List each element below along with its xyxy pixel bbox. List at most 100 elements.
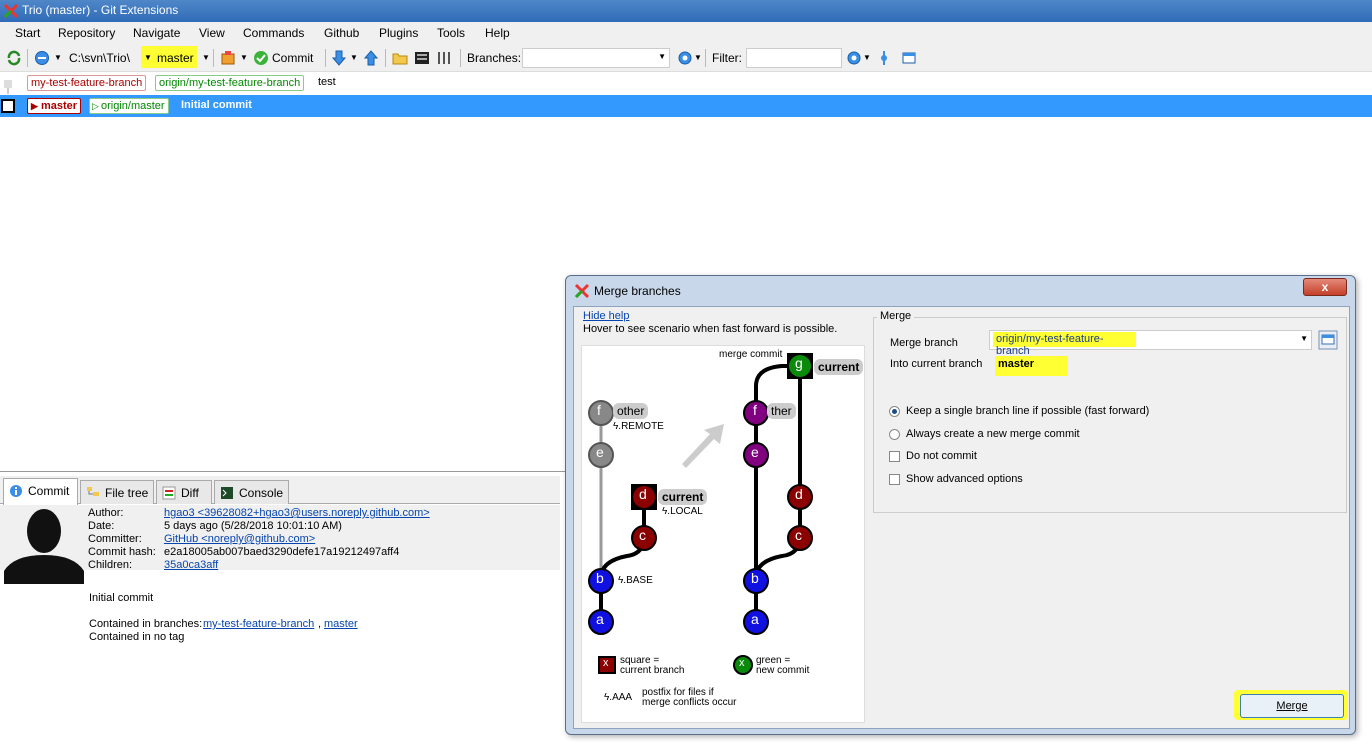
settings-tools-icon[interactable] (436, 50, 452, 66)
advanced-options-label[interactable]: Show advanced options (906, 473, 1023, 485)
tab-commit[interactable]: Commit (3, 478, 78, 505)
gear-dropdown-arrow-icon[interactable]: ▼ (694, 53, 702, 62)
committer-label: Committer: (88, 533, 142, 545)
repository-path[interactable]: C:\svn\Trio\ (69, 51, 130, 65)
merge-commit-radio[interactable] (889, 429, 900, 440)
graph-row-selected[interactable]: ▶ master ▷ origin/master Initial commit (0, 95, 1372, 117)
help-text: Hover to see scenario when fast forward … (583, 323, 838, 335)
merge-branches-dialog: Merge branches x Hide help Hover to see … (565, 275, 1356, 735)
branch-tag[interactable]: my-test-feature-branch (27, 75, 147, 91)
filter-gear-dropdown-arrow-icon[interactable]: ▼ (863, 53, 871, 62)
window-icon[interactable] (901, 50, 917, 66)
merge-scenario-diagram: merge commit f other ϟ.REMOTE e d curren… (581, 345, 865, 723)
node-b-label: b (751, 570, 759, 586)
branch-link[interactable]: master (324, 618, 358, 630)
avatar (4, 509, 84, 584)
refresh-icon[interactable] (6, 50, 22, 66)
branches-dropdown-arrow-icon[interactable]: ▼ (658, 52, 666, 61)
push-icon[interactable] (363, 50, 379, 66)
node-e-label: e (596, 444, 604, 460)
graph-row[interactable]: my-test-feature-branch origin/my-test-fe… (0, 72, 1372, 94)
browse-branches-icon[interactable] (1318, 330, 1338, 350)
pull-dropdown-arrow-icon[interactable]: ▼ (350, 53, 358, 62)
filter-settings-gear-icon[interactable] (846, 50, 862, 66)
committer-link[interactable]: GitHub <noreply@github.com> (164, 533, 315, 545)
advanced-options-checkbox[interactable] (889, 474, 900, 485)
merge-branch-value: origin/my-test-feature-branch (993, 332, 1136, 357)
repository-icon[interactable] (34, 50, 50, 66)
menu-tools[interactable]: Tools (437, 26, 465, 40)
toolbar-separator (460, 49, 461, 67)
repository-dropdown-arrow-icon[interactable]: ▼ (54, 53, 62, 62)
commit-details: Author: hgao3 <39628082+hgao3@users.nore… (0, 505, 560, 754)
file-tree-icon (87, 487, 99, 496)
commit-check-icon[interactable] (253, 50, 269, 66)
commit-button[interactable]: Commit (272, 51, 313, 65)
toolbar-separator (27, 49, 28, 67)
branch-dropdown-arrow-icon[interactable]: ▼ (144, 53, 152, 62)
filter-input[interactable] (746, 48, 842, 68)
author-link[interactable]: hgao3 <39628082+hgao3@users.noreply.gith… (164, 507, 430, 519)
git-extensions-logo-icon (574, 283, 590, 299)
menu-start[interactable]: Start (15, 26, 40, 40)
fast-forward-label[interactable]: Keep a single branch line if possible (f… (906, 405, 1149, 417)
remote-label: ϟ.REMOTE (613, 421, 664, 432)
legend-square-text: current branch (620, 665, 685, 676)
menu-plugins[interactable]: Plugins (379, 26, 418, 40)
branch-select-arrow-icon[interactable]: ▼ (202, 53, 210, 62)
toolbar-separator (325, 49, 326, 67)
current-branch[interactable]: master (157, 51, 194, 65)
menu-help[interactable]: Help (485, 26, 510, 40)
info-icon (10, 485, 22, 497)
commit-graph-icon[interactable] (876, 50, 892, 66)
folder-icon[interactable] (392, 50, 408, 66)
children-label: Children: (88, 559, 133, 571)
splitter[interactable] (0, 471, 565, 472)
local-label: ϟ.LOCAL (662, 506, 703, 517)
toolbar-separator (705, 49, 706, 67)
into-current-branch-label: Into current branch (890, 358, 983, 370)
branches-label: Branches: (467, 51, 522, 65)
merge-branch-dropdown-arrow-icon[interactable]: ▼ (1300, 334, 1308, 343)
base-label: ϟ.BASE (618, 575, 653, 586)
graph-node-icon (4, 80, 12, 94)
node-c-label: c (795, 527, 802, 543)
remote-branch-tag[interactable]: ▷ origin/master (89, 98, 169, 114)
tab-diff[interactable]: Diff (156, 480, 212, 504)
pull-icon[interactable] (331, 50, 347, 66)
console-icon[interactable] (414, 50, 430, 66)
branches-filter-input[interactable]: ▼ (522, 48, 670, 68)
remote-branch-tag[interactable]: origin/my-test-feature-branch (155, 75, 305, 91)
author-label: Author: (88, 507, 124, 519)
legend-green-text: new commit (756, 665, 810, 676)
no-commit-label[interactable]: Do not commit (906, 450, 977, 462)
node-f (588, 400, 614, 426)
details-tabs: Commit File tree Diff Console (0, 476, 560, 505)
other-label: ther (767, 403, 796, 419)
no-commit-checkbox[interactable] (889, 451, 900, 462)
branch-link[interactable]: my-test-feature-branch (203, 618, 314, 630)
window-titlebar: Trio (master) - Git Extensions (0, 0, 1372, 22)
date-value: 5 days ago (5/28/2018 10:01:10 AM) (164, 520, 342, 532)
branches-settings-gear-icon[interactable] (677, 50, 693, 66)
children-link[interactable]: 35a0ca3aff (164, 559, 218, 571)
merge-group-title: Merge (877, 310, 915, 322)
hide-help-link[interactable]: Hide help (583, 310, 629, 322)
merge-branch-select[interactable]: origin/my-test-feature-branch ▼ (989, 330, 1312, 357)
current-branch-tag[interactable]: ▶ master (27, 98, 82, 114)
menu-navigate[interactable]: Navigate (133, 26, 180, 40)
merge-button[interactable]: Merge (1240, 694, 1344, 718)
merge-commit-label[interactable]: Always create a new merge commit (906, 428, 1080, 440)
menu-view[interactable]: View (199, 26, 225, 40)
fast-forward-radio[interactable] (889, 406, 900, 417)
node-d-label: d (795, 486, 803, 502)
tab-file-tree[interactable]: File tree (80, 480, 154, 504)
stash-dropdown-arrow-icon[interactable]: ▼ (240, 53, 248, 62)
menu-repository[interactable]: Repository (58, 26, 115, 40)
close-button[interactable]: x (1303, 278, 1347, 296)
tab-console[interactable]: Console (214, 480, 289, 504)
menu-commands[interactable]: Commands (243, 26, 304, 40)
menu-github[interactable]: Github (324, 26, 359, 40)
node-f-label: f (597, 402, 601, 418)
stash-icon[interactable] (220, 50, 236, 66)
